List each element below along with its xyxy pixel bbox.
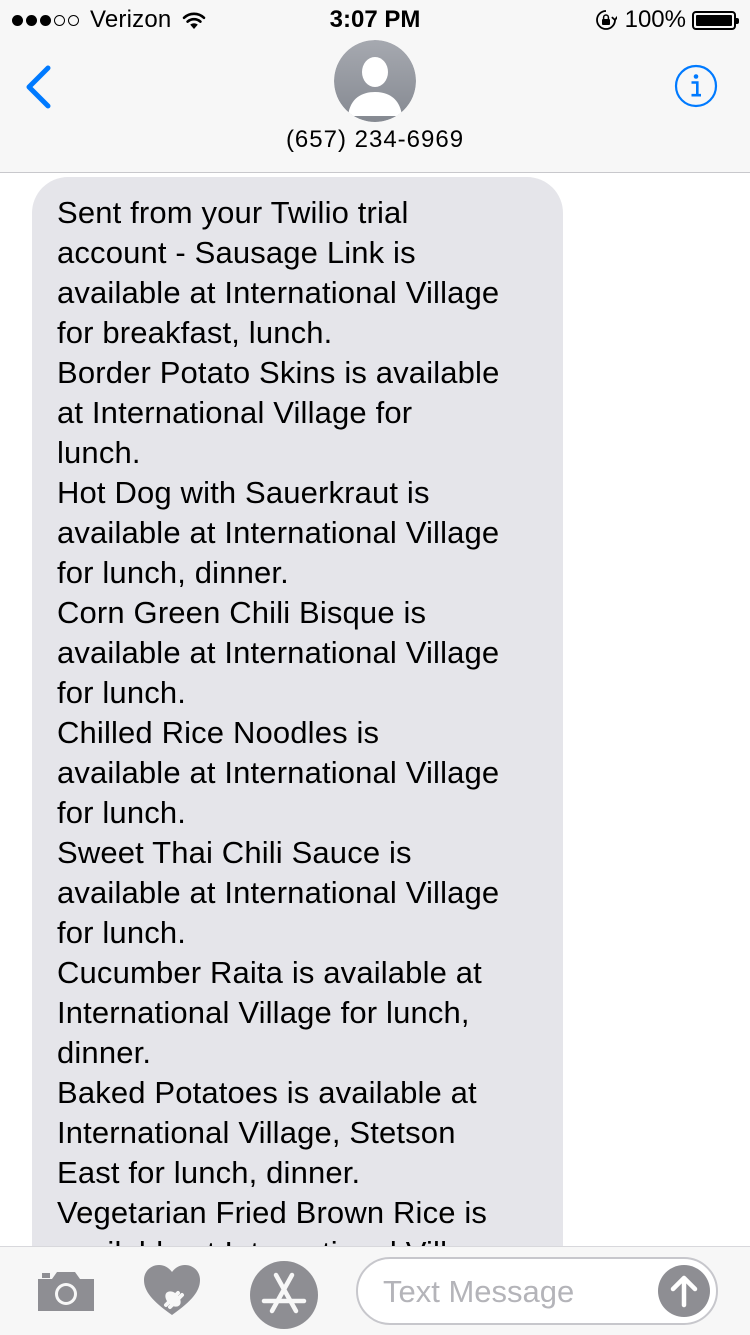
message-text-line: account - Sausage Link is xyxy=(57,235,416,270)
message-text-line: available at International Village xyxy=(57,275,500,310)
app-store-button[interactable] xyxy=(250,1261,318,1329)
message-text-line: Corn Green Chili Bisque is xyxy=(57,595,427,630)
arrow-up-icon xyxy=(670,1275,698,1308)
message-text-line: Sent from your Twilio trial xyxy=(57,195,409,230)
status-bar: Verizon 3:07 PM 100% xyxy=(0,0,750,40)
message-text-line: Chilled Rice Noodles is xyxy=(57,715,380,750)
message-text-line: Border Potato Skins is available xyxy=(57,355,500,390)
battery-percentage: 100% xyxy=(624,6,686,33)
contact-avatar[interactable] xyxy=(334,40,416,122)
incoming-message-bubble[interactable]: Sent from your Twilio trial account - Sau… xyxy=(32,177,563,1246)
info-icon xyxy=(674,64,718,108)
back-button[interactable] xyxy=(22,64,54,110)
navigation-bar: (657) 234-6969 xyxy=(0,40,750,173)
message-text-line: Hot Dog with Sauerkraut is xyxy=(57,475,430,510)
message-text-line: for lunch. xyxy=(57,915,187,950)
battery-icon xyxy=(692,10,739,30)
chevron-left-icon xyxy=(26,65,51,109)
digital-touch-button[interactable] xyxy=(142,1261,202,1321)
message-text-line: available at International Village xyxy=(57,515,500,550)
app-store-icon xyxy=(250,1261,318,1329)
orientation-lock-icon xyxy=(595,10,617,30)
message-input-field[interactable]: Text Message xyxy=(356,1257,718,1325)
message-text-line: Baked Potatoes is available at xyxy=(57,1075,477,1110)
message-text-line: International Village for lunch, xyxy=(57,995,470,1030)
message-text-line: for lunch. xyxy=(57,795,187,830)
message-text-line: Vegetarian Fried Brown Rice is xyxy=(57,1195,488,1230)
camera-button[interactable] xyxy=(36,1269,96,1313)
message-text-line: for lunch, dinner. xyxy=(57,555,289,590)
message-text-line: at International Village for xyxy=(57,395,413,430)
person-silhouette-icon xyxy=(334,40,416,122)
message-text-line: dinner. xyxy=(57,1035,152,1070)
message-text-line: available at International Village xyxy=(57,1233,551,1246)
contact-name[interactable]: (657) 234-6969 xyxy=(0,126,750,154)
message-placeholder: Text Message xyxy=(383,1274,575,1309)
message-text-line: for lunch. xyxy=(57,675,187,710)
message-text-line: for breakfast, lunch. xyxy=(57,315,333,350)
status-right: 100% xyxy=(595,6,739,34)
message-input-bar: Text Message xyxy=(0,1246,750,1335)
battery-level-fill xyxy=(696,14,732,26)
message-text-line: Sweet Thai Chili Sauce is xyxy=(57,835,412,870)
camera-icon xyxy=(38,1272,94,1311)
message-text-line: Cucumber Raita is available at xyxy=(57,955,482,990)
message-text-line: East for lunch, dinner. xyxy=(57,1155,361,1190)
message-text-line: lunch. xyxy=(57,435,141,470)
digital-touch-heart-icon xyxy=(144,1265,200,1315)
info-button[interactable] xyxy=(674,64,718,108)
send-button[interactable] xyxy=(658,1265,710,1317)
message-text-line: International Village, Stetson xyxy=(57,1115,456,1150)
message-transcript[interactable]: Sent from your Twilio trial account - Sau… xyxy=(0,173,750,1246)
message-text-line: available at International Village xyxy=(57,755,500,790)
message-text-line: available at International Village xyxy=(57,635,500,670)
message-text-line: available at International Village xyxy=(57,875,500,910)
